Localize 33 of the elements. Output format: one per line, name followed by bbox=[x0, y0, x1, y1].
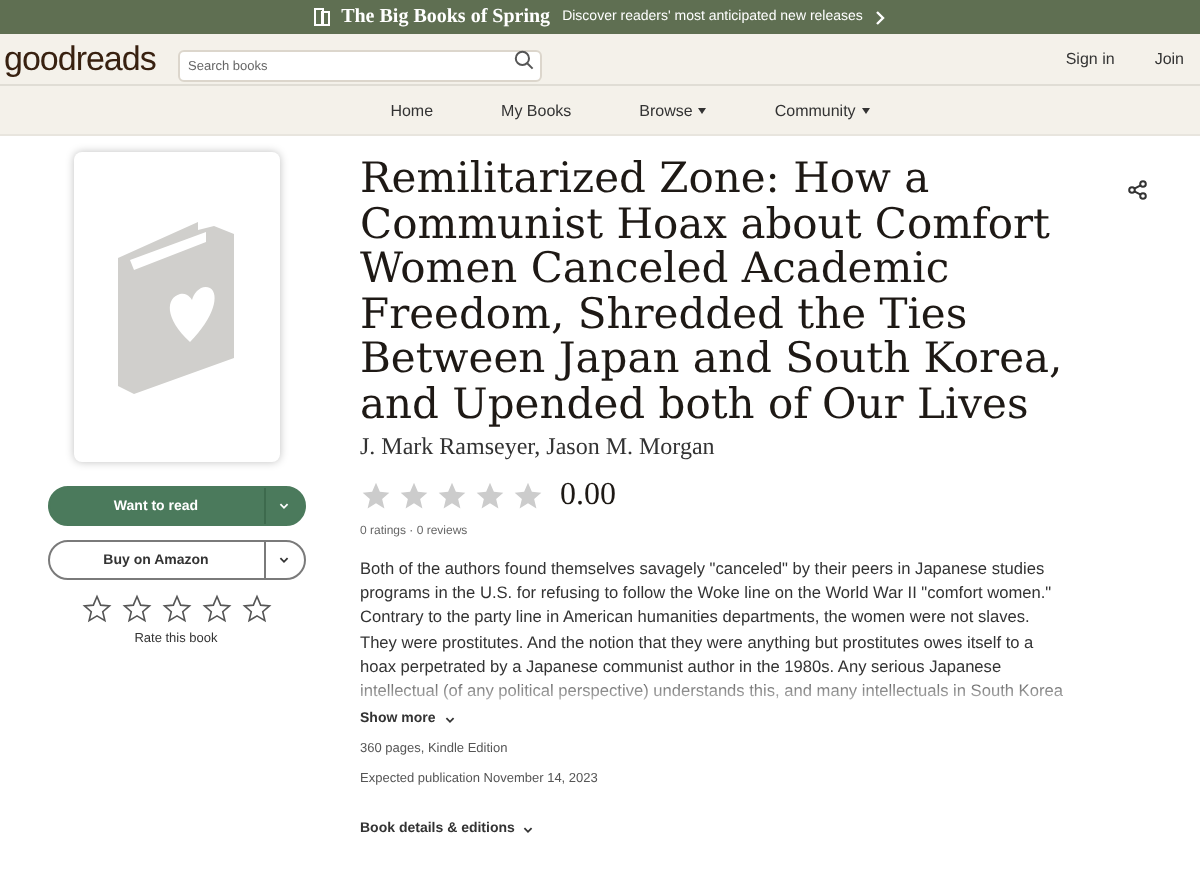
star-icon bbox=[398, 480, 430, 512]
book-title: Remilitarized Zone: How a Communist Hoax about Comfort Women Canceled Academic Freedom, Shredded the Ties Between Japan and South Korea, and Upended both of Our Lives bbox=[360, 156, 1065, 426]
nav-link[interactable]: Browse bbox=[639, 101, 707, 119]
star-icon bbox=[512, 480, 544, 512]
caret-icon bbox=[861, 107, 870, 113]
logo[interactable]: goodreads bbox=[4, 39, 178, 79]
caret-icon bbox=[278, 500, 290, 512]
star-icon[interactable] bbox=[121, 594, 151, 624]
search-icon[interactable] bbox=[514, 49, 534, 69]
author-names[interactable]: J. Mark Ramseyer, Jason M. Morgan bbox=[360, 432, 1150, 462]
share-icon[interactable] bbox=[1128, 180, 1148, 200]
books-icon bbox=[313, 8, 330, 26]
header-link[interactable]: Join bbox=[1154, 50, 1184, 68]
book-heart-icon bbox=[114, 217, 238, 397]
caret-icon bbox=[698, 107, 707, 113]
nav-link[interactable]: Community bbox=[774, 101, 870, 119]
star-icon bbox=[474, 480, 506, 512]
star-icon[interactable] bbox=[201, 594, 231, 624]
star-icon[interactable] bbox=[81, 594, 111, 624]
header-link[interactable]: Sign in bbox=[1065, 50, 1115, 68]
caret-icon bbox=[522, 823, 535, 836]
star-icon bbox=[360, 480, 392, 512]
chevron-right-icon bbox=[874, 9, 887, 25]
average-rating: 0.00 bbox=[560, 478, 616, 514]
nav-link[interactable]: My Books bbox=[501, 101, 572, 119]
star-icon bbox=[436, 480, 468, 512]
nav-link[interactable]: Home bbox=[390, 101, 434, 119]
star-icon[interactable] bbox=[241, 594, 271, 624]
caret-icon bbox=[278, 554, 290, 566]
book-description: Both of the authors found themselves savagely "canceled" by their peers in Japanese studies programs in the U.S. for refusing to follow the Woke line on the World War II "comfort women." Contrary to the party line in American humanities departments, the women were not slaves. They were prostitutes. And the notion that they were anything but prostitutes owes itself to a hoax perpetrated by a Japanese communist author in the 1980s. Any serious Japanese intellectual (of any political perspective) understands this, and many intellectuals in South Korea bbox=[360, 556, 1064, 703]
star-icon[interactable] bbox=[161, 594, 191, 624]
banner-title: The Big Books of Spring bbox=[341, 6, 551, 28]
caret-icon bbox=[443, 713, 456, 726]
